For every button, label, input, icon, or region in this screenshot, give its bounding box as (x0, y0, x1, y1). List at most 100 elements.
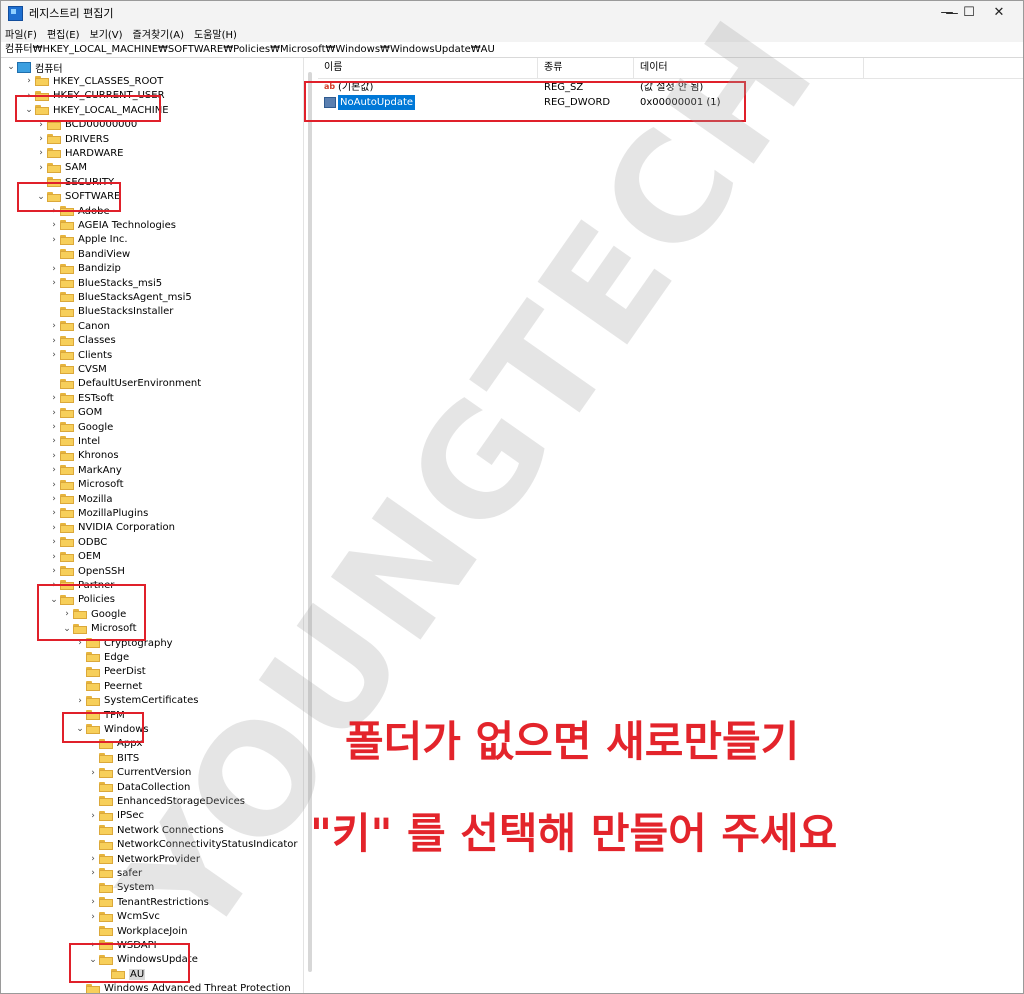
tree-item[interactable]: BITS (87, 751, 139, 765)
tree-item[interactable]: › WSDAPI (87, 938, 156, 952)
tree-item[interactable]: › Google (48, 420, 113, 434)
tree-item[interactable]: › BlueStacks_msi5 (48, 276, 162, 290)
tree-item[interactable]: › TenantRestrictions (87, 895, 209, 909)
chevron-down-icon[interactable]: ⌄ (61, 622, 73, 636)
chevron-right-icon[interactable]: › (74, 636, 86, 650)
tree-item[interactable]: CVSM (48, 362, 107, 376)
tree-item[interactable]: › WcmSvc (87, 910, 160, 924)
tree-item[interactable]: NetworkConnectivityStatusIndicator (87, 838, 297, 852)
chevron-right-icon[interactable]: › (35, 146, 47, 160)
tree-item[interactable]: › GOM (48, 406, 102, 420)
column-data[interactable]: 데이터 (634, 58, 864, 78)
tree-item[interactable]: › NVIDIA Corporation (48, 521, 175, 535)
chevron-right-icon[interactable]: › (48, 463, 60, 477)
menu-favorites[interactable]: 즐겨찾기(A) (133, 26, 184, 41)
chevron-right-icon[interactable]: › (74, 694, 86, 708)
chevron-right-icon[interactable]: › (61, 607, 73, 621)
chevron-right-icon[interactable]: › (48, 521, 60, 535)
chevron-down-icon[interactable]: ⌄ (74, 722, 86, 736)
tree-item[interactable]: Edge (74, 650, 129, 664)
tree-item[interactable]: System (87, 881, 154, 895)
tree-item[interactable]: › IPSec (87, 809, 144, 823)
tree-item[interactable]: ⌄ SOFTWARE (35, 190, 120, 204)
chevron-right-icon[interactable]: › (48, 478, 60, 492)
tree-item[interactable]: › MarkAny (48, 463, 122, 477)
chevron-down-icon[interactable]: ⌄ (48, 593, 60, 607)
address-bar[interactable]: 컴퓨터₩HKEY_LOCAL_MACHINE₩SOFTWARE₩Policies… (1, 42, 1023, 58)
tree-item[interactable]: Network Connections (87, 823, 224, 837)
chevron-right-icon[interactable]: › (87, 938, 99, 952)
chevron-right-icon[interactable]: › (87, 895, 99, 909)
tree-item[interactable]: › DRIVERS (35, 132, 109, 146)
chevron-right-icon[interactable]: › (48, 204, 60, 218)
tree-item[interactable]: WorkplaceJoin (87, 924, 187, 938)
tree-item[interactable]: › AGEIA Technologies (48, 218, 176, 232)
tree-item[interactable]: ⌄ Microsoft (61, 622, 136, 636)
tree-item[interactable]: › BCD00000000 (35, 118, 137, 132)
menu-help[interactable]: 도움말(H) (194, 26, 237, 41)
chevron-right-icon[interactable]: › (48, 564, 60, 578)
chevron-right-icon[interactable]: › (48, 449, 60, 463)
chevron-right-icon[interactable]: › (35, 118, 47, 132)
tree-item[interactable]: › SystemCertificates (74, 694, 198, 708)
chevron-right-icon[interactable]: › (48, 218, 60, 232)
tree-item[interactable]: › Classes (48, 334, 115, 348)
tree-item[interactable]: › Partner (48, 578, 114, 592)
chevron-right-icon[interactable]: › (23, 74, 35, 88)
tree-item[interactable]: › ODBC (48, 535, 107, 549)
tree-item[interactable]: ⌄ Windows (74, 722, 148, 736)
tree-item[interactable]: › Cryptography (74, 636, 172, 650)
tree-item[interactable]: › OpenSSH (48, 564, 125, 578)
column-name[interactable]: 이름 (318, 58, 538, 78)
tree-item[interactable]: › Google (61, 607, 126, 621)
chevron-down-icon[interactable]: ⌄ (5, 60, 17, 74)
close-button[interactable]: ✕ (976, 0, 1022, 24)
chevron-down-icon[interactable]: ⌄ (87, 953, 99, 967)
chevron-down-icon[interactable]: ⌄ (35, 190, 47, 204)
chevron-down-icon[interactable]: ⌄ (23, 103, 35, 117)
tree-item[interactable]: › HKEY_CLASSES_ROOT (23, 74, 163, 88)
tree-item[interactable]: Windows Advanced Threat Protection (74, 982, 291, 993)
tree-item[interactable]: TPM (74, 708, 125, 722)
menu-view[interactable]: 보기(V) (90, 26, 123, 41)
tree-item[interactable]: › Intel (48, 434, 100, 448)
chevron-right-icon[interactable]: › (48, 391, 60, 405)
tree-item[interactable]: Appx (87, 737, 142, 751)
chevron-right-icon[interactable]: › (48, 276, 60, 290)
tree-item[interactable]: AU (99, 967, 146, 981)
chevron-right-icon[interactable]: › (48, 334, 60, 348)
chevron-right-icon[interactable]: › (48, 420, 60, 434)
chevron-right-icon[interactable]: › (48, 492, 60, 506)
chevron-right-icon[interactable]: › (48, 434, 60, 448)
column-type[interactable]: 종류 (538, 58, 634, 78)
chevron-right-icon[interactable]: › (87, 809, 99, 823)
menu-file[interactable]: 파일(F) (5, 26, 37, 41)
chevron-right-icon[interactable]: › (48, 348, 60, 362)
tree-item[interactable]: › Bandizip (48, 262, 121, 276)
tree-item[interactable]: ⌄ HKEY_LOCAL_MACHINE (23, 103, 168, 117)
chevron-right-icon[interactable]: › (35, 132, 47, 146)
tree-item[interactable]: › Khronos (48, 449, 118, 463)
chevron-right-icon[interactable]: › (48, 262, 60, 276)
chevron-right-icon[interactable]: › (87, 866, 99, 880)
chevron-right-icon[interactable]: › (23, 89, 35, 103)
tree-item[interactable]: › HARDWARE (35, 146, 123, 160)
chevron-right-icon[interactable]: › (48, 535, 60, 549)
chevron-right-icon[interactable]: › (48, 506, 60, 520)
tree-item[interactable]: › ESTsoft (48, 391, 114, 405)
tree-item[interactable]: ⌄ Policies (48, 593, 115, 607)
tree-item[interactable]: › Canon (48, 319, 110, 333)
tree-item[interactable]: PeerDist (74, 665, 146, 679)
list-row-noautoupdate[interactable]: NoAutoUpdate REG_DWORD 0x00000001 (1) (318, 94, 1023, 111)
chevron-right-icon[interactable]: › (48, 578, 60, 592)
tree-item[interactable]: Peernet (74, 679, 142, 693)
tree-item[interactable]: › Clients (48, 348, 112, 362)
tree-item[interactable]: › SAM (35, 161, 87, 175)
chevron-right-icon[interactable]: › (48, 550, 60, 564)
tree-item[interactable]: EnhancedStorageDevices (87, 794, 245, 808)
tree-item[interactable]: › Adobe (48, 204, 109, 218)
tree-item[interactable]: › Microsoft (48, 478, 123, 492)
chevron-right-icon[interactable]: › (48, 406, 60, 420)
tree-item[interactable]: › NetworkProvider (87, 852, 200, 866)
tree-item[interactable]: › safer (87, 866, 142, 880)
